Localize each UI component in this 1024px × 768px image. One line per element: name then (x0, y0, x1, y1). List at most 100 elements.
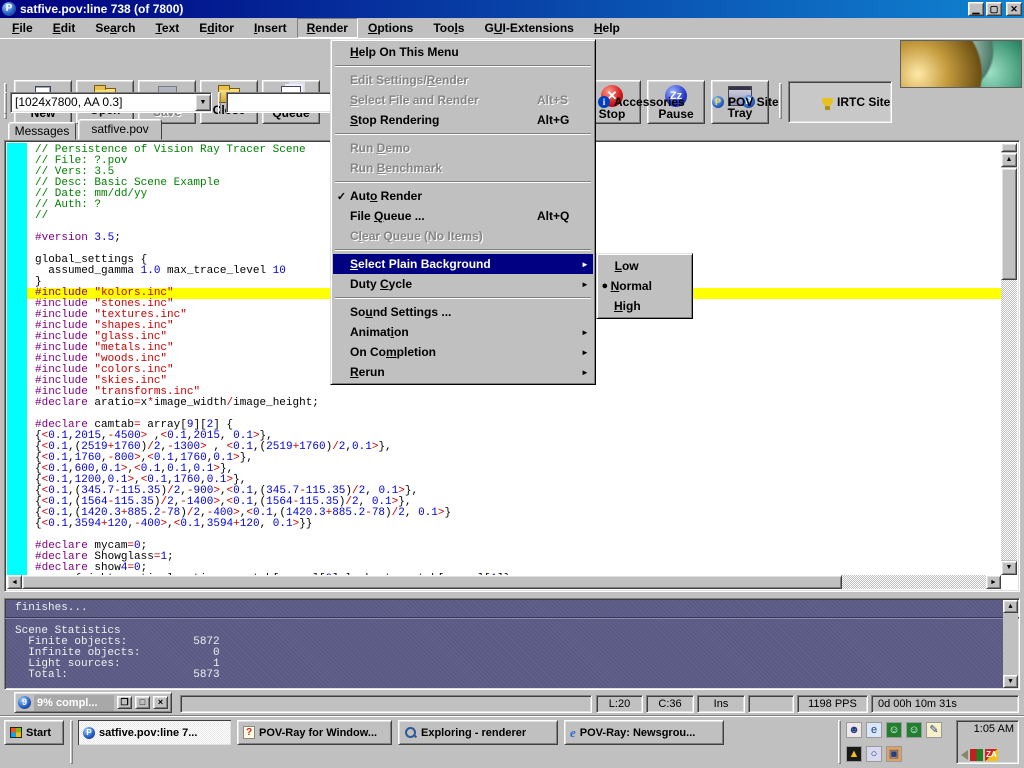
status-insert-mode: Ins (697, 695, 745, 713)
green-app-icon-1[interactable]: ☺ (886, 722, 902, 738)
menu-insert[interactable]: Insert (244, 18, 297, 38)
background-option-high[interactable]: High (599, 296, 690, 316)
plain-background-submenu: Low●NormalHigh (596, 253, 693, 319)
menu-search[interactable]: Search (85, 18, 145, 38)
render-menu-item-stop-rendering[interactable]: Stop RenderingAlt+G (333, 110, 593, 130)
notes-icon[interactable]: ✎ (926, 722, 942, 738)
pov-site-link[interactable]: P POV Site (712, 95, 779, 109)
menu-bar: FileEditSearchTextEditorInsertRenderOpti… (0, 18, 1024, 38)
status-column: C:36 (646, 695, 694, 713)
background-option-normal[interactable]: ●Normal (599, 276, 690, 296)
render-menu-item-animation[interactable]: Animation► (333, 322, 593, 342)
render-menu-item-file-queue[interactable]: File Queue ...Alt+Q (333, 206, 593, 226)
code-line (27, 530, 1001, 541)
menu-separator (335, 133, 591, 135)
start-button[interactable]: Start (4, 720, 64, 745)
menu-text[interactable]: Text (145, 18, 189, 38)
minimized-render-window[interactable]: 9 9% compl... ❐ □ × (14, 692, 172, 713)
close-button[interactable]: ✕ (1006, 2, 1022, 16)
scroll-down-icon[interactable]: ▼ (1001, 561, 1017, 575)
render-menu-item-select-file-and-render[interactable]: Select File and RenderAlt+S (333, 90, 593, 110)
menu-gui-extensions[interactable]: GUI-Extensions (474, 18, 583, 38)
background-option-low[interactable]: Low (599, 256, 690, 276)
maximize-icon[interactable]: □ (135, 696, 150, 709)
message-pane: finishes... Scene Statistics Finite obje… (4, 598, 1020, 690)
command-line-field[interactable] (226, 92, 332, 113)
scroll-up-icon[interactable]: ▲ (1001, 153, 1017, 167)
render-menu-item-run-benchmark[interactable]: Run Benchmark (333, 158, 593, 178)
editor-vertical-scrollbar[interactable]: ▲ ▼ (1001, 143, 1017, 575)
render-preset-combobox[interactable]: [1024x7800, AA 0.3] ▼ (10, 92, 212, 113)
task-label: POV-Ray: Newsgrou... (580, 727, 696, 739)
scroll-left-icon[interactable]: ◄ (7, 575, 22, 589)
message-scroll-down-icon[interactable]: ▼ (1003, 675, 1018, 688)
splitter-box[interactable] (1001, 143, 1017, 152)
message-scroll-up-icon[interactable]: ▲ (1003, 600, 1018, 613)
menu-edit[interactable]: Edit (43, 18, 86, 38)
render-menu-item-sound-settings[interactable]: Sound Settings ... (333, 302, 593, 322)
message-scrollbar[interactable]: ▲ ▼ (1003, 600, 1018, 688)
task-pov-ray-for-window[interactable]: ?POV-Ray for Window... (237, 720, 392, 745)
task-pov-ray-newsgrou[interactable]: ePOV-Ray: Newsgrou... (564, 720, 724, 745)
sample-render-image[interactable] (900, 40, 1022, 88)
render-menu-item-run-demo[interactable]: Run Demo (333, 138, 593, 158)
close-render-icon[interactable]: × (153, 696, 168, 709)
windows-logo-icon (10, 727, 22, 738)
status-message-panel (180, 695, 592, 713)
menu-editor[interactable]: Editor (189, 18, 244, 38)
scroll-right-icon[interactable]: ► (986, 575, 1001, 589)
povray-icon: P (83, 727, 95, 739)
stat-line: Total: 5873 (5, 670, 1019, 681)
menu-render[interactable]: Render (297, 18, 358, 38)
bat-app-icon[interactable]: ▲ (846, 746, 862, 762)
render-menu-item-auto-render[interactable]: ✓Auto Render (333, 186, 593, 206)
window-title: satfive.pov:line 738 (of 7800) (20, 2, 966, 16)
submenu-arrow-icon: ► (581, 280, 593, 289)
submenu-arrow-icon: ► (581, 368, 593, 377)
status-spare-panel (748, 695, 794, 713)
horizontal-scroll-thumb[interactable] (22, 575, 842, 589)
vertical-scroll-thumb[interactable] (1001, 168, 1017, 280)
tab-satfive-pov[interactable]: satfive.pov (78, 119, 162, 140)
render-menu-item-clear-queue-no-items[interactable]: Clear Queue (No Items) (333, 226, 593, 246)
network-icon[interactable]: ▣ (886, 746, 902, 762)
task-label: POV-Ray for Window... (259, 727, 377, 739)
accessories-link[interactable]: i Accessories (598, 95, 685, 109)
render-menu-item-help-on-this-menu[interactable]: Help On This Menu (333, 42, 593, 62)
task-exploring-renderer[interactable]: Exploring - renderer (398, 720, 558, 745)
render-menu-item-duty-cycle[interactable]: Duty Cycle► (333, 274, 593, 294)
internet-explorer-icon[interactable]: e (866, 722, 882, 738)
tab-messages[interactable]: Messages (8, 122, 76, 140)
title-bar: P satfive.pov:line 738 (of 7800) ▁ ▢ ✕ (0, 0, 1024, 18)
tray-status-icon[interactable] (970, 749, 983, 761)
desktop-icon[interactable]: ☻ (846, 722, 862, 738)
zonealarm-icon[interactable]: ZA (985, 749, 998, 761)
status-elapsed-time: 0d 00h 10m 31s (871, 695, 1019, 713)
green-app-icon-2[interactable]: ☺ (906, 722, 922, 738)
toolbar2-grip[interactable] (4, 92, 7, 114)
menu-options[interactable]: Options (358, 18, 423, 38)
app-icon[interactable]: P (2, 2, 16, 16)
render-menu-item-rerun[interactable]: Rerun► (333, 362, 593, 382)
horizontal-scroll-track[interactable] (842, 575, 986, 589)
taskbar: Start Psatfive.pov:line 7...?POV-Ray for… (0, 716, 1024, 768)
render-menu-item-edit-settings-render[interactable]: Edit Settings/Render (333, 70, 593, 90)
menu-file[interactable]: File (2, 18, 43, 38)
menu-help[interactable]: Help (584, 18, 630, 38)
render-menu-item-on-completion[interactable]: On Completion► (333, 342, 593, 362)
task-satfive-pov-line-7[interactable]: Psatfive.pov:line 7... (78, 720, 231, 745)
search-icon[interactable]: ○ (866, 746, 882, 762)
render-menu-item-select-plain-background[interactable]: Select Plain Background► (333, 254, 593, 274)
menu-tools[interactable]: Tools (423, 18, 474, 38)
chevron-down-icon[interactable]: ▼ (195, 94, 211, 111)
editor-horizontal-scrollbar[interactable]: ◄ ► (7, 575, 1001, 589)
volume-icon[interactable] (961, 750, 968, 760)
povray-window: { "window": { "title": "satfive.pov:line… (0, 0, 1024, 768)
maximize-button[interactable]: ▢ (986, 2, 1002, 16)
vertical-scroll-track[interactable] (1001, 280, 1017, 560)
check-icon: ✓ (333, 190, 350, 203)
minimize-button[interactable]: ▁ (968, 2, 984, 16)
clock: 1:05 AM (961, 723, 1014, 735)
restore-icon[interactable]: ❐ (117, 696, 132, 709)
irtc-site-link[interactable]: IRTC Site (822, 95, 890, 109)
